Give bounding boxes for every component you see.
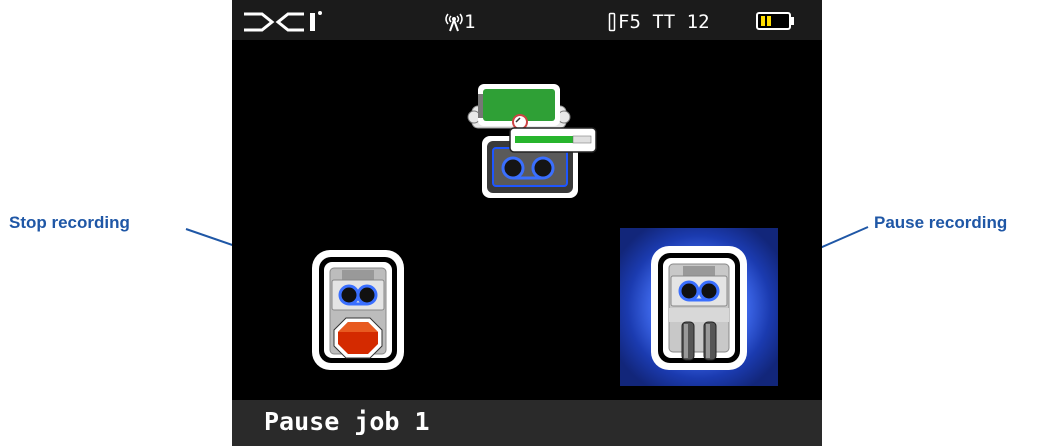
channel-number: 1: [464, 11, 476, 33]
antenna-icon: [445, 13, 463, 32]
menu-title: Pause job 1: [264, 407, 430, 436]
stop-recording-icon[interactable]: [308, 246, 408, 374]
pause-recording-option[interactable]: [620, 228, 778, 386]
job-recorder-icon: [467, 84, 597, 198]
status-bar: 1 F5 TT 12: [232, 0, 822, 40]
locator-screen: 1 F5 TT 12 Pause job 1: [232, 0, 822, 446]
battery-icon: [756, 12, 794, 30]
pause-recording-icon[interactable]: [651, 246, 747, 370]
frequency-text: F5 TT 12: [618, 11, 710, 33]
menu-title-bar: Pause job 1: [232, 400, 822, 446]
transmitter-icon: [608, 12, 616, 32]
dci-logo: [244, 11, 322, 32]
